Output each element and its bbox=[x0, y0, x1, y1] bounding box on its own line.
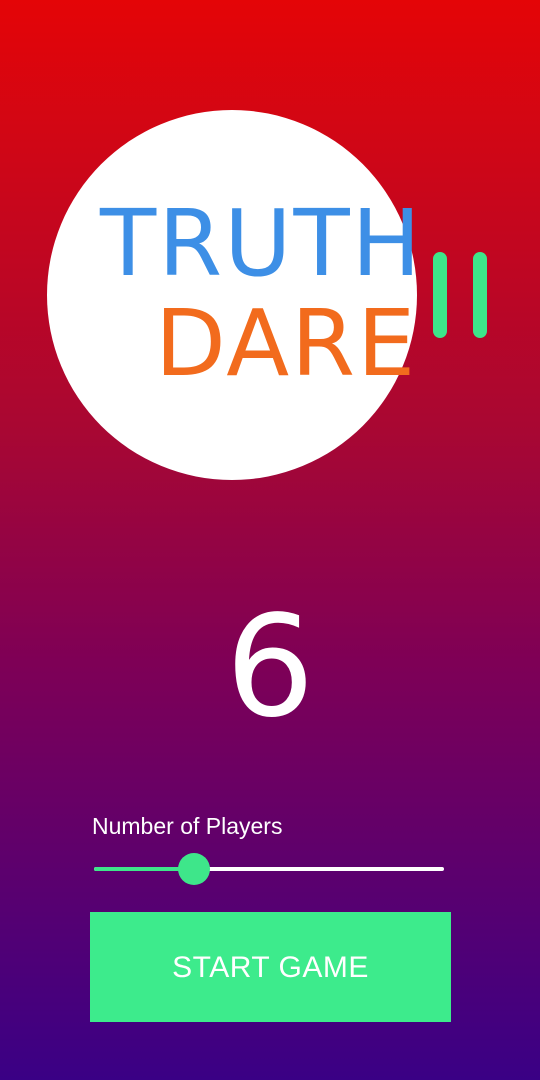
logo-dare-text: DARE bbox=[155, 290, 418, 397]
logo-mark-bar bbox=[433, 252, 447, 338]
players-slider[interactable] bbox=[94, 852, 444, 886]
logo-pause-mark-icon bbox=[433, 252, 489, 338]
logo-mark-bar bbox=[473, 252, 487, 338]
player-count-display: 6 bbox=[225, 586, 315, 749]
logo-truth-text: TRUTH bbox=[100, 190, 423, 297]
slider-thumb[interactable] bbox=[177, 853, 210, 885]
start-game-button[interactable]: START GAME bbox=[90, 912, 451, 1022]
players-slider-label: Number of Players bbox=[92, 813, 283, 839]
